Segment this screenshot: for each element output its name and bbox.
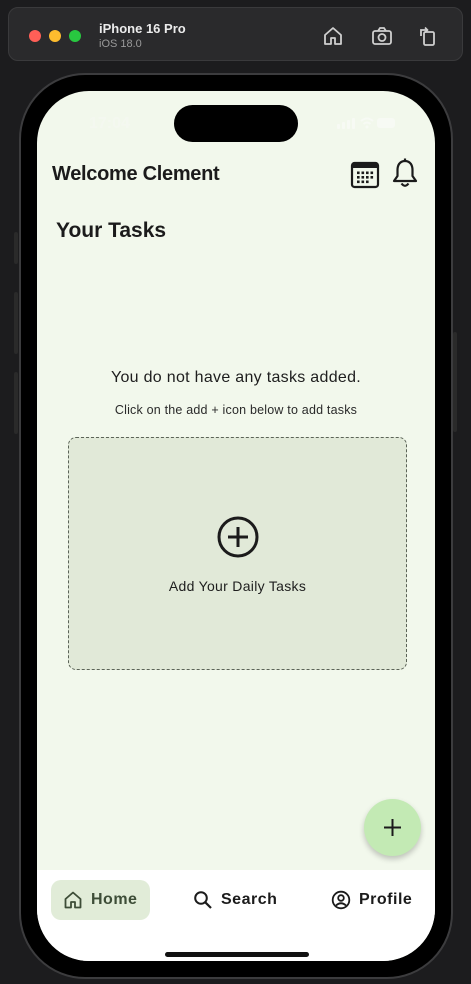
- status-icons: [337, 117, 395, 129]
- nav-search[interactable]: Search: [191, 880, 277, 920]
- nav-home[interactable]: Home: [51, 880, 150, 920]
- home-icon[interactable]: [321, 24, 345, 48]
- nav-profile-label: Profile: [359, 891, 413, 908]
- volume-down-button: [14, 372, 18, 434]
- plus-circle-icon: [217, 516, 259, 558]
- profile-icon: [331, 890, 351, 910]
- screenshot-icon[interactable]: [370, 24, 394, 48]
- minimize-window-button[interactable]: [49, 30, 61, 42]
- volume-up-button: [14, 292, 18, 354]
- plus-icon: [384, 819, 401, 836]
- empty-state-hint: Click on the add + icon below to add tas…: [114, 403, 358, 417]
- welcome-title: Welcome Clement: [52, 163, 220, 185]
- add-daily-tasks-label: Add Your Daily Tasks: [168, 578, 307, 594]
- close-window-button[interactable]: [29, 30, 41, 42]
- phone-frame: 17:04 Welcome Clement Your Tasks You do …: [19, 73, 453, 979]
- zoom-window-button[interactable]: [69, 30, 81, 42]
- bell-icon[interactable]: [390, 158, 420, 190]
- home-icon: [64, 891, 82, 909]
- nav-search-label: Search: [221, 891, 278, 908]
- section-title: Your Tasks: [56, 219, 167, 242]
- bottom-navigation: Home Search Profile: [37, 870, 435, 961]
- nav-home-label: Home: [91, 891, 138, 908]
- search-icon: [194, 891, 212, 909]
- nav-profile[interactable]: Profile: [329, 880, 412, 920]
- status-time: 17:04: [89, 115, 130, 132]
- os-version: iOS 18.0: [99, 38, 142, 50]
- add-task-fab[interactable]: [364, 799, 421, 856]
- dynamic-island: [174, 105, 298, 142]
- app-screen: 17:04 Welcome Clement Your Tasks You do …: [37, 91, 435, 961]
- calendar-icon[interactable]: [350, 160, 380, 190]
- empty-state-title: You do not have any tasks added.: [110, 369, 362, 386]
- power-button: [453, 332, 457, 432]
- home-indicator[interactable]: [165, 952, 309, 957]
- action-button: [14, 232, 18, 264]
- rotate-icon[interactable]: [416, 24, 440, 48]
- simulator-toolbar: iPhone 16 Pro iOS 18.0: [8, 7, 463, 61]
- add-daily-tasks-card[interactable]: Add Your Daily Tasks: [68, 437, 407, 670]
- device-name: iPhone 16 Pro: [99, 21, 186, 36]
